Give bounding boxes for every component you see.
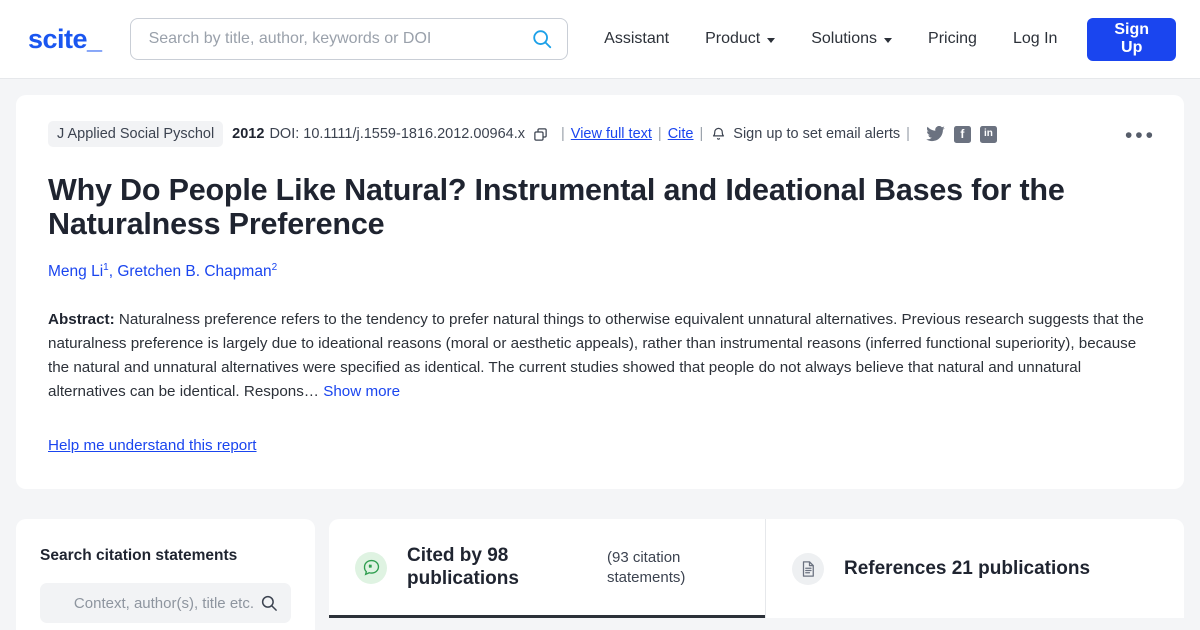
document-icon xyxy=(792,553,824,586)
copy-icon[interactable] xyxy=(533,127,548,142)
scite-logo[interactable]: scite_ xyxy=(28,24,102,55)
tabs-card: Cited by 98 publications (93 citation st… xyxy=(329,519,1184,618)
meta-separator: | xyxy=(906,126,910,142)
nav-label: Log In xyxy=(1012,30,1058,47)
quote-bubble-icon xyxy=(355,551,387,584)
citation-search-sidebar: Search citation statements xyxy=(16,519,315,630)
chevron-down-icon xyxy=(767,37,776,43)
lower-section: Search citation statements Cited by xyxy=(0,519,1200,630)
chevron-down-icon xyxy=(884,37,893,43)
help-understand-report-link[interactable]: Help me understand this report xyxy=(48,437,257,454)
page-body: ••• J Applied Social Pyschol 2012 DOI: 1… xyxy=(0,79,1200,505)
author-name: Meng Li xyxy=(48,263,104,281)
sidebar-heading: Search citation statements xyxy=(40,547,238,565)
twitter-icon[interactable] xyxy=(926,125,945,143)
page-title: Why Do People Like Natural? Instrumental… xyxy=(48,173,1065,242)
nav-item-pricing[interactable]: Pricing xyxy=(910,30,995,48)
author-affiliation: 2 xyxy=(271,261,278,273)
meta-separator: | xyxy=(699,126,704,142)
nav-item-assistant[interactable]: Assistant xyxy=(586,30,687,48)
tab-references[interactable]: References 21 publications xyxy=(765,519,1184,618)
author-link[interactable]: Meng Li1 xyxy=(48,262,109,281)
paper-card: ••• J Applied Social Pyschol 2012 DOI: 1… xyxy=(16,95,1184,490)
citation-search-input[interactable] xyxy=(53,593,256,613)
nav-item-product[interactable]: Product xyxy=(687,30,793,48)
cite-link[interactable]: Cite xyxy=(668,126,694,142)
linkedin-icon[interactable]: in xyxy=(979,125,997,143)
doi-text: DOI: 10.1111/j.1559-1816.2012.00964.x xyxy=(269,126,525,142)
search-input[interactable] xyxy=(146,29,532,49)
author-list: Meng Li1, Gretchen B. Chapman2 xyxy=(48,262,1152,281)
abstract: Abstract: Naturalness preference refers … xyxy=(48,308,1152,404)
publication-year: 2012 xyxy=(232,126,265,142)
sign-up-button[interactable]: Sign Up xyxy=(1087,17,1176,61)
nav-label: Solutions xyxy=(811,30,878,47)
main-nav: Assistant Product Solutions Pricing Log … xyxy=(586,17,1176,61)
journal-badge: J Applied Social Pyschol xyxy=(48,121,224,147)
overflow-menu-icon[interactable]: ••• xyxy=(1125,125,1156,146)
email-alerts-label[interactable]: Sign up to set email alerts xyxy=(733,126,900,142)
tab-cited-by-label: Cited by 98 publications xyxy=(407,545,519,589)
tab-cited-by[interactable]: Cited by 98 publications (93 citation st… xyxy=(329,519,765,618)
abstract-text: Naturalness preference refers to the ten… xyxy=(48,311,1144,401)
tab-cited-by-sublabel: (93 citation statements) xyxy=(607,549,686,586)
author-link[interactable]: Gretchen B. Chapman2 xyxy=(117,261,278,281)
view-full-text-link[interactable]: View full text xyxy=(571,126,652,142)
paper-meta-row: J Applied Social Pyschol 2012 DOI: 10.11… xyxy=(48,121,1152,147)
author-name: Gretchen B. Chapman xyxy=(117,263,272,281)
meta-separator: | xyxy=(657,126,662,142)
search-icon[interactable] xyxy=(531,28,553,50)
abstract-label: Abstract: xyxy=(48,311,115,329)
nav-item-login[interactable]: Log In xyxy=(995,30,1075,48)
citation-search-box[interactable] xyxy=(40,583,291,624)
nav-label: Product xyxy=(705,30,761,47)
meta-separator: | xyxy=(561,126,565,142)
tab-references-label: References 21 publications xyxy=(844,558,1091,580)
nav-item-solutions[interactable]: Solutions xyxy=(793,30,910,48)
site-header: scite_ Assistant Product Solutions Prici… xyxy=(0,0,1200,79)
tabs-column: Cited by 98 publications (93 citation st… xyxy=(329,519,1184,630)
bell-icon xyxy=(711,126,726,142)
nav-label: Pricing xyxy=(928,30,977,47)
social-share-group: f in xyxy=(926,125,997,143)
search-bar[interactable] xyxy=(129,18,569,60)
search-icon[interactable] xyxy=(260,594,278,612)
nav-label: Assistant xyxy=(604,30,670,47)
facebook-icon[interactable]: f xyxy=(953,125,971,143)
show-more-link[interactable]: Show more xyxy=(323,383,400,400)
